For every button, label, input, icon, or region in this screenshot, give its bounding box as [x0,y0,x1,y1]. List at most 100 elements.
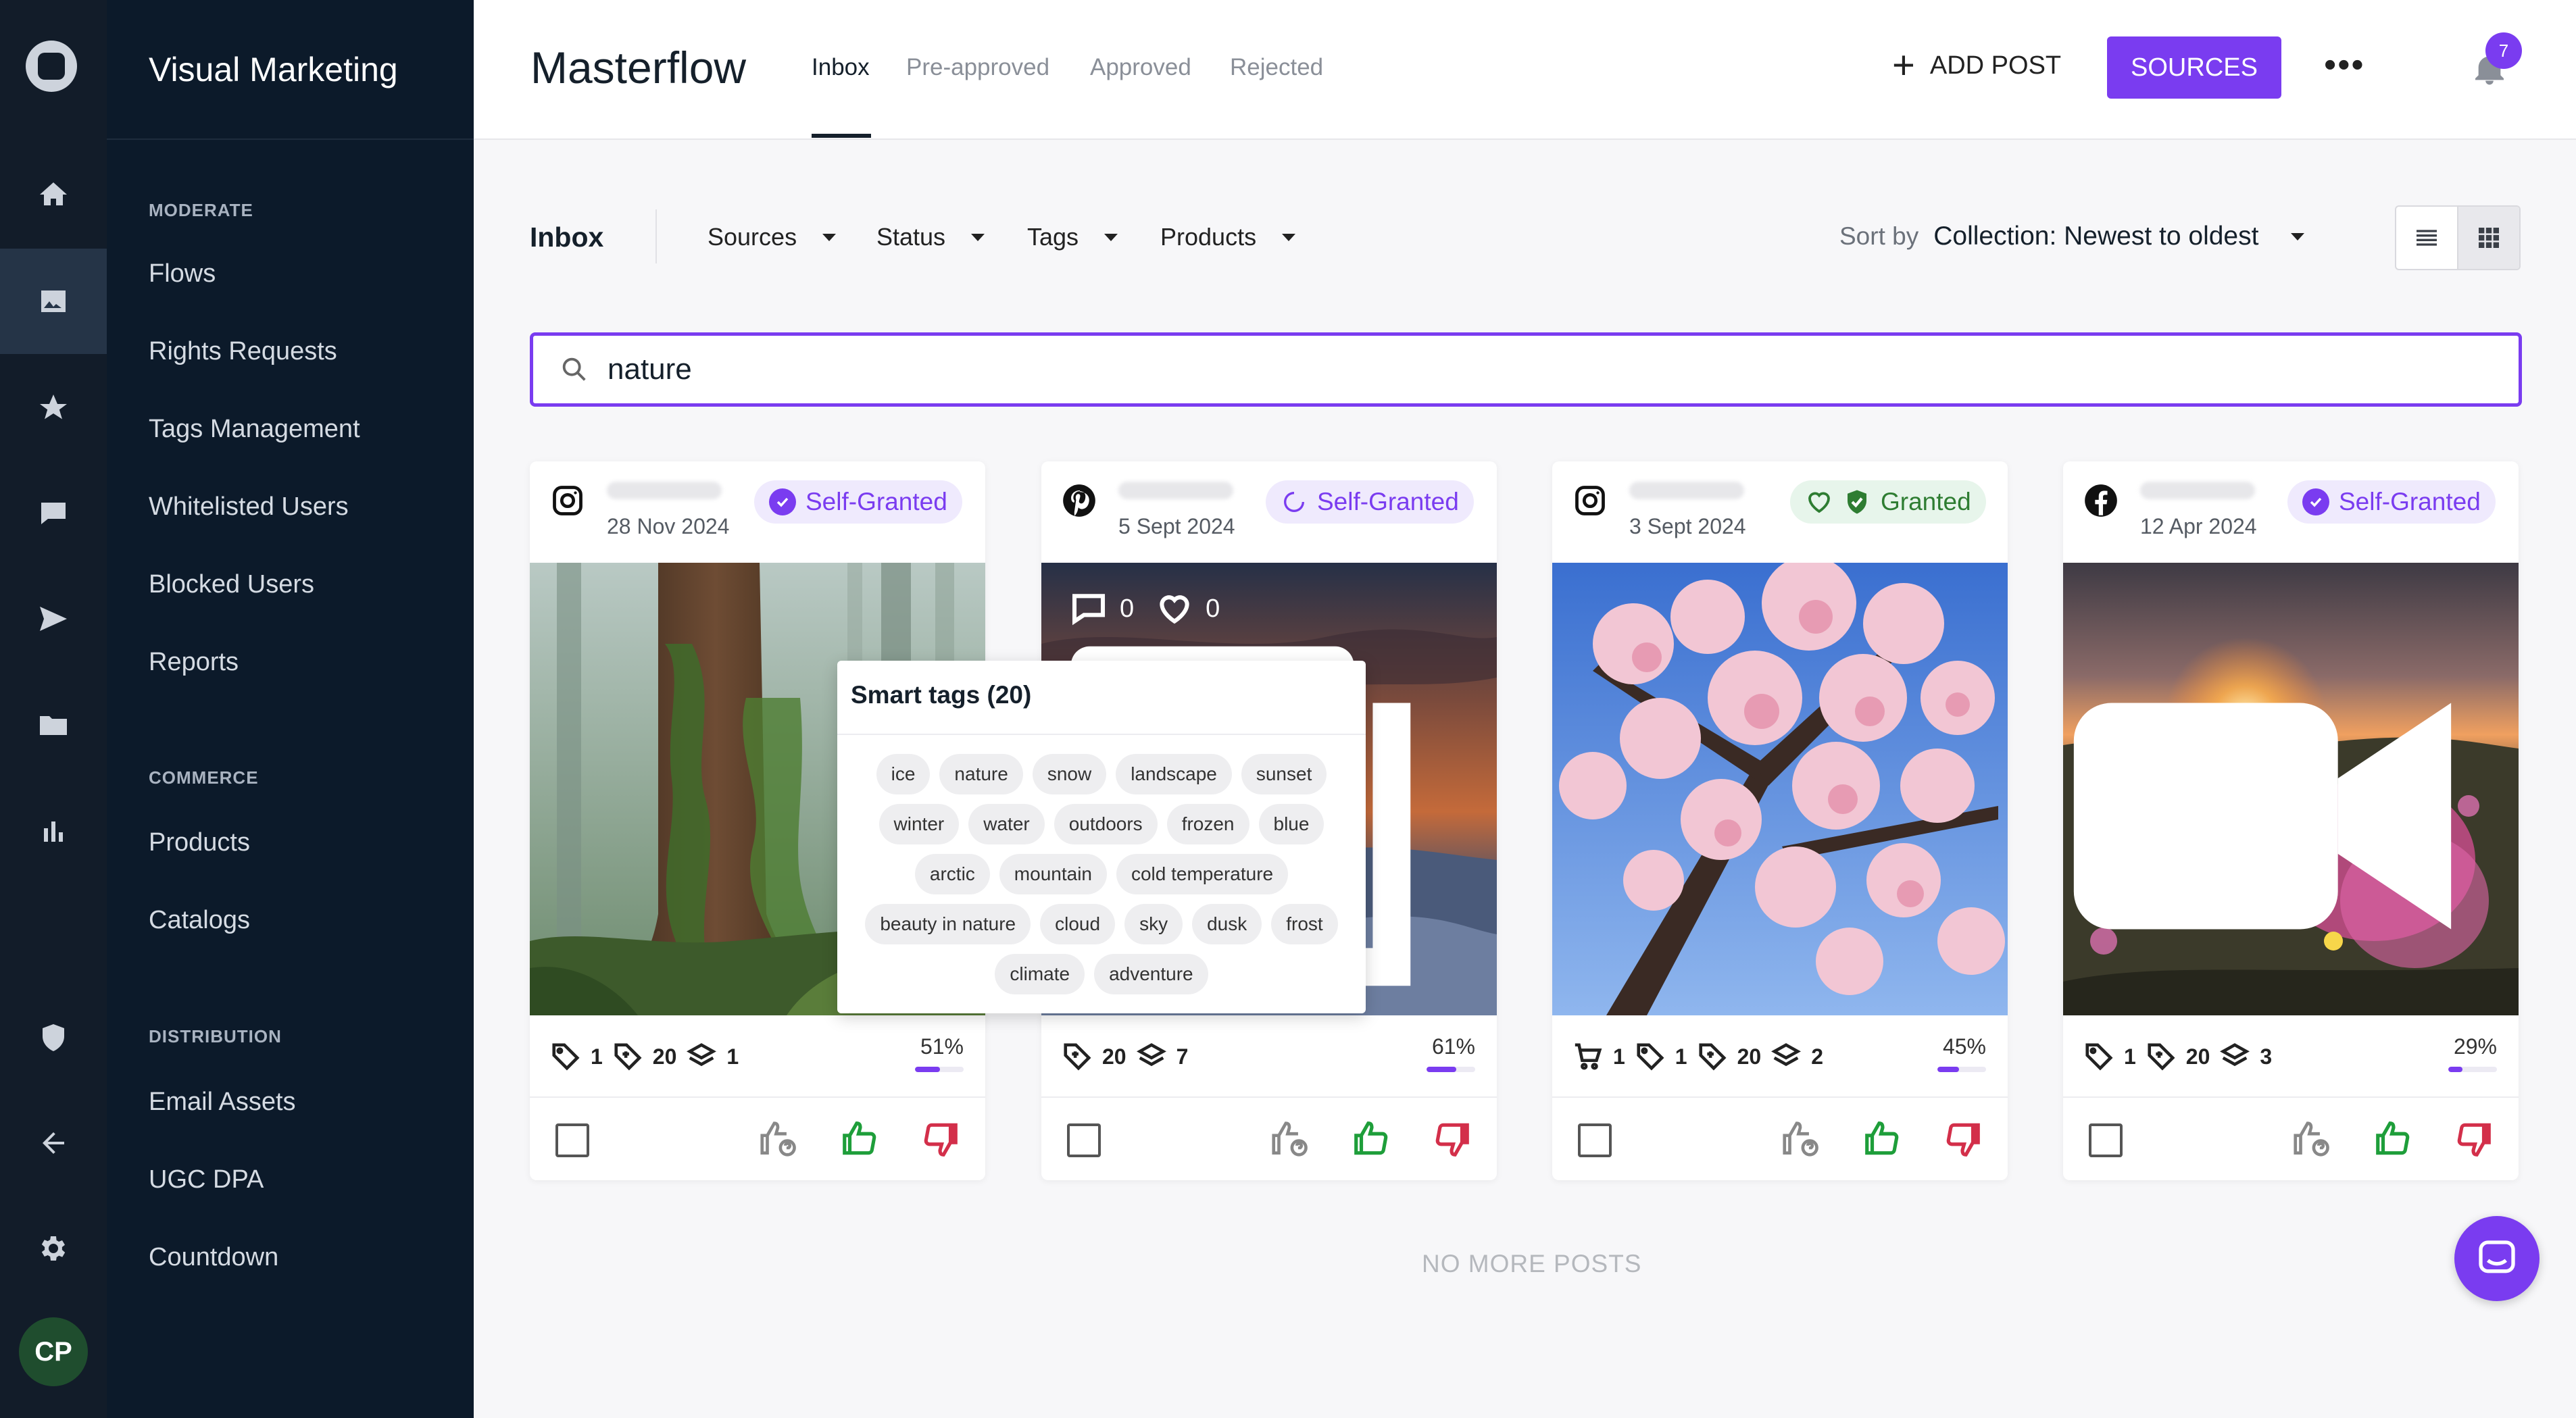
select-checkbox[interactable] [2089,1123,2123,1157]
sidebar-item-ugc-dpa[interactable]: UGC DPA [149,1165,264,1194]
chat-launcher-button[interactable] [2454,1216,2540,1301]
sources-button[interactable]: SOURCES [2107,36,2281,99]
section-commerce: COMMERCE [149,767,259,788]
approve-button[interactable] [839,1118,881,1160]
tab-pre-approved[interactable]: Pre-approved [906,54,1049,81]
smart-tag-chip[interactable]: nature [939,754,1023,794]
send-icon[interactable] [0,566,107,672]
preapprove-button[interactable] [1779,1118,1821,1160]
status-filter[interactable]: Status [876,223,985,251]
thumbs-down-icon [1435,1123,1469,1157]
add-post-button[interactable]: + ADD POST [1892,46,2061,85]
sidebar-item-email-assets[interactable]: Email Assets [149,1088,296,1117]
sidebar-item-flows[interactable]: Flows [149,259,216,288]
post-card[interactable]: 3 Sept 2024 Granted 1 1 20 2 45% [1552,461,2008,1180]
tags-filter[interactable]: Tags [1027,223,1118,251]
bar-chart-icon[interactable] [0,778,107,884]
smart-tag-chip[interactable]: sky [1124,904,1183,944]
smart-tag-chip[interactable]: climate [995,954,1085,994]
sources-filter[interactable]: Sources [708,223,837,251]
approve-button[interactable] [1862,1118,1904,1160]
sidebar-item-rights-requests[interactable]: Rights Requests [149,337,337,366]
sidebar-item-products[interactable]: Products [149,828,250,857]
list-view-button[interactable] [2396,207,2457,269]
reject-button[interactable] [1941,1118,1983,1160]
smart-tag-icon[interactable] [2146,1041,2177,1072]
reject-button[interactable] [1431,1118,1472,1160]
star-icon[interactable] [0,355,107,461]
gear-icon[interactable] [0,1196,107,1301]
smart-tag-chip[interactable]: snow [1032,754,1107,794]
preapprove-button[interactable] [1268,1118,1310,1160]
thumbs-up-question-icon [1272,1121,1308,1157]
sidebar-item-reports[interactable]: Reports [149,648,239,677]
tab-approved[interactable]: Approved [1090,54,1191,81]
caret-down-icon [1104,233,1118,241]
smart-tag-chip[interactable]: frozen [1166,804,1249,844]
section-distribution: DISTRIBUTION [149,1026,282,1046]
status-badge: Self-Granted [754,480,962,524]
arrow-left-icon[interactable] [0,1090,107,1196]
view-toggle [2395,205,2521,270]
smart-tag-chip[interactable]: sunset [1241,754,1327,794]
approve-button[interactable] [1351,1118,1393,1160]
smart-tag-chip[interactable]: landscape [1116,754,1232,794]
grid-view-button[interactable] [2457,207,2519,269]
workspace-title[interactable]: Visual Marketing [107,0,474,140]
sidebar-item-catalogs[interactable]: Catalogs [149,906,250,935]
search-input[interactable] [606,352,2433,387]
sort-by-select[interactable]: Sort by Collection: Newest to oldest [1839,222,2305,251]
select-checkbox[interactable] [1067,1123,1101,1157]
products-filter[interactable]: Products [1160,223,1296,251]
tab-rejected[interactable]: Rejected [1230,54,1323,81]
smart-tag-chip[interactable]: blue [1258,804,1324,844]
chat-icon[interactable] [0,461,107,566]
smart-tag-chip[interactable]: winter [878,804,960,844]
smart-tag-chip[interactable]: mountain [999,854,1107,894]
smart-tag-chip[interactable]: beauty in nature [865,904,1031,944]
select-checkbox[interactable] [555,1123,589,1157]
home-icon[interactable] [0,142,107,247]
smart-tag-chip[interactable]: outdoors [1054,804,1158,844]
card-footer [2063,1096,2519,1182]
sidebar-item-tags-management[interactable]: Tags Management [149,415,360,444]
smart-tag-icon[interactable] [612,1041,643,1072]
sort-by-value: Collection: Newest to oldest [1933,222,2259,251]
reject-button[interactable] [2452,1118,2494,1160]
logo-icon[interactable] [24,39,78,93]
author-name-blurred [1629,482,1744,499]
caret-down-icon [1282,233,1296,241]
post-image-flower-sunset[interactable] [2063,563,2519,1015]
smart-tag-chip[interactable]: cloud [1040,904,1116,944]
image-icon[interactable] [0,249,107,354]
add-post-label: ADD POST [1929,51,2062,80]
sidebar-item-countdown[interactable]: Countdown [149,1243,278,1272]
more-options-icon[interactable]: ••• [2324,45,2365,85]
reject-button[interactable] [919,1118,961,1160]
preapprove-button[interactable] [757,1118,799,1160]
avatar[interactable]: CP [19,1317,88,1386]
smart-tag-chip[interactable]: adventure [1094,954,1208,994]
shield-icon[interactable] [0,985,107,1090]
preapprove-button[interactable] [2290,1118,2332,1160]
smart-tag-chip[interactable]: arctic [914,854,990,894]
card-stats: 1 20 1 [550,1041,739,1072]
smart-tag-chip[interactable]: frost [1271,904,1338,944]
approve-button[interactable] [2373,1118,2414,1160]
smart-tag-chip[interactable]: water [968,804,1045,844]
thumbs-up-question-icon [760,1121,796,1157]
sidebar-item-whitelisted-users[interactable]: Whitelisted Users [149,492,349,522]
smart-tag-icon[interactable] [1062,1041,1093,1072]
smart-tag-chip[interactable]: ice [876,754,931,794]
select-checkbox[interactable] [1578,1123,1612,1157]
smart-tag-chip[interactable]: dusk [1192,904,1262,944]
tab-inbox[interactable]: Inbox [812,54,870,81]
smart-tag-chip[interactable]: cold temperature [1116,854,1289,894]
smart-tag-icon[interactable] [1697,1041,1728,1072]
post-card[interactable]: 12 Apr 2024 Self-Granted 1 20 3 29% [2063,461,2519,1180]
post-image-cherry-blossom[interactable] [1552,563,2008,1015]
stat-value: 20 [652,1044,677,1069]
sidebar-item-blocked-users[interactable]: Blocked Users [149,570,314,599]
list-icon [2417,230,2437,246]
folder-icon[interactable] [0,673,107,778]
